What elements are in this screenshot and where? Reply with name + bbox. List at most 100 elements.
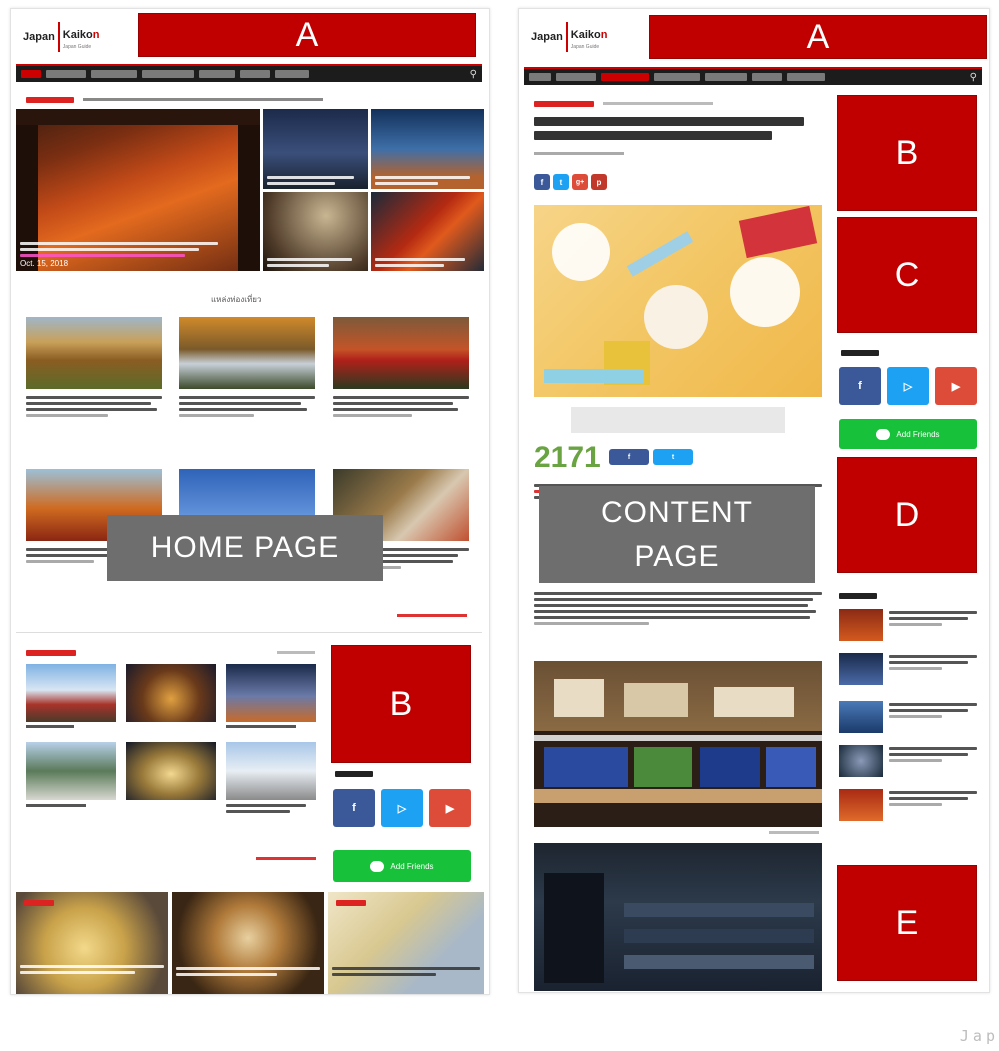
nav-item[interactable] — [240, 70, 270, 78]
ad-slot-c[interactable]: C — [837, 217, 977, 333]
nav-item[interactable] — [787, 73, 825, 81]
logo-word-kaikon: Kaikon — [62, 28, 100, 41]
content-page-label: CONTENT PAGE — [539, 486, 815, 583]
ad-slot-a[interactable]: A — [138, 13, 476, 57]
article-body-text — [534, 589, 822, 625]
nav-item[interactable] — [46, 70, 86, 78]
facebook-button[interactable]: f — [333, 789, 375, 827]
twitter-button[interactable]: ▷ — [887, 367, 929, 405]
watermark: Jap — [959, 1027, 999, 1045]
social-widget-title — [335, 771, 373, 777]
logo-word-japan: Japan — [531, 31, 563, 43]
nav-item-home[interactable] — [529, 73, 551, 81]
recent-post-title[interactable] — [889, 703, 977, 718]
recent-post-thumb[interactable] — [839, 789, 883, 821]
youtube-button[interactable]: ▶ — [935, 367, 977, 405]
nav-item[interactable] — [752, 73, 782, 81]
pinterest-share-icon[interactable]: p — [591, 174, 607, 190]
nav-item[interactable] — [654, 73, 700, 81]
recent-post-title[interactable] — [889, 747, 977, 762]
youtube-button[interactable]: ▶ — [429, 789, 471, 827]
gallery-thumb[interactable] — [226, 742, 316, 800]
logo-word-kaikon: Kaikon — [570, 28, 608, 41]
google-share-icon[interactable]: g+ — [572, 174, 588, 190]
site-logo[interactable]: Japan Kaikon Japan Guide — [531, 15, 608, 59]
nav-item-home[interactable] — [21, 70, 41, 78]
category-badges[interactable] — [534, 101, 594, 107]
content-page-panel: Japan Kaikon Japan Guide A ⚲ f t g+ p 21 — [518, 8, 990, 993]
gallery-caption — [226, 725, 296, 728]
logo-tagline: Japan Guide — [570, 43, 600, 50]
home-page-label: HOME PAGE — [107, 515, 383, 581]
twitter-share-button[interactable]: t — [653, 449, 693, 465]
hero-date: Oct. 15, 2018 — [20, 259, 69, 268]
article-thumb[interactable] — [179, 317, 315, 389]
line-add-friends-button[interactable]: Add Friends — [333, 850, 471, 882]
nav-item[interactable] — [556, 73, 596, 81]
recent-post-thumb[interactable] — [839, 609, 883, 641]
news-ticker[interactable] — [83, 98, 323, 101]
article-meta — [534, 152, 624, 155]
recent-posts-title — [839, 593, 877, 599]
site-logo[interactable]: Japan Kaikon Japan Guide — [23, 15, 100, 59]
gallery-caption — [26, 804, 86, 807]
feature-thumb[interactable] — [263, 109, 368, 189]
recent-post-title[interactable] — [889, 611, 977, 626]
ad-slot-b[interactable]: B — [837, 95, 977, 211]
ad-slot-a[interactable]: A — [649, 15, 987, 59]
gallery-thumb[interactable] — [226, 664, 316, 722]
share-count: 2171 — [534, 441, 601, 474]
social-widget-title — [841, 350, 879, 356]
recent-post-thumb[interactable] — [839, 653, 883, 685]
feature-thumb[interactable] — [371, 109, 484, 189]
section-filter[interactable] — [277, 651, 315, 654]
recent-post-thumb[interactable] — [839, 701, 883, 733]
feature-card[interactable] — [328, 892, 484, 994]
gallery-thumb[interactable] — [126, 664, 216, 722]
nav-item[interactable] — [199, 70, 235, 78]
more-articles-link[interactable] — [397, 614, 467, 617]
breadcrumb[interactable] — [603, 102, 713, 105]
ad-slot-e[interactable]: E — [837, 865, 977, 981]
twitter-button[interactable]: ▷ — [381, 789, 423, 827]
twitter-share-icon[interactable]: t — [553, 174, 569, 190]
ad-slot-d[interactable]: D — [837, 457, 977, 573]
home-page-panel: Japan Kaikon Japan Guide A ⚲ Oct. 15, 20… — [10, 8, 490, 995]
ad-slot-b[interactable]: B — [331, 645, 471, 763]
article-thumb[interactable] — [26, 317, 162, 389]
feature-card[interactable] — [16, 892, 168, 994]
nav-item-active[interactable] — [601, 73, 649, 81]
article-photo — [534, 843, 822, 991]
article-excerpt[interactable] — [333, 393, 469, 417]
nav-item[interactable] — [705, 73, 747, 81]
ad-placeholder — [571, 407, 785, 433]
facebook-button[interactable]: f — [839, 367, 881, 405]
view-all-link[interactable] — [256, 857, 316, 860]
gallery-caption — [26, 725, 74, 728]
recent-post-thumb[interactable] — [839, 745, 883, 777]
hero-feature-image[interactable]: Oct. 15, 2018 — [16, 109, 260, 271]
feature-thumb[interactable] — [263, 192, 368, 271]
gallery-thumb[interactable] — [126, 742, 216, 800]
nav-item[interactable] — [142, 70, 194, 78]
article-excerpt[interactable] — [179, 393, 315, 417]
search-icon[interactable]: ⚲ — [470, 69, 477, 80]
feature-card[interactable] — [172, 892, 324, 994]
article-thumb[interactable] — [333, 317, 469, 389]
line-add-friends-button[interactable]: Add Friends — [839, 419, 977, 449]
gallery-thumb[interactable] — [26, 742, 116, 800]
breaking-news-badge — [26, 97, 74, 103]
facebook-share-icon[interactable]: f — [534, 174, 550, 190]
recent-post-title[interactable] — [889, 655, 977, 670]
logo-divider — [565, 22, 568, 52]
feature-thumb[interactable] — [371, 192, 484, 271]
recent-post-title[interactable] — [889, 791, 977, 806]
article-photo — [534, 661, 822, 827]
facebook-share-button[interactable]: f — [609, 449, 649, 465]
nav-item[interactable] — [91, 70, 137, 78]
nav-item[interactable] — [275, 70, 309, 78]
search-icon[interactable]: ⚲ — [970, 72, 977, 83]
article-excerpt[interactable] — [26, 393, 162, 417]
logo-tagline: Japan Guide — [62, 43, 92, 50]
gallery-thumb[interactable] — [26, 664, 116, 722]
